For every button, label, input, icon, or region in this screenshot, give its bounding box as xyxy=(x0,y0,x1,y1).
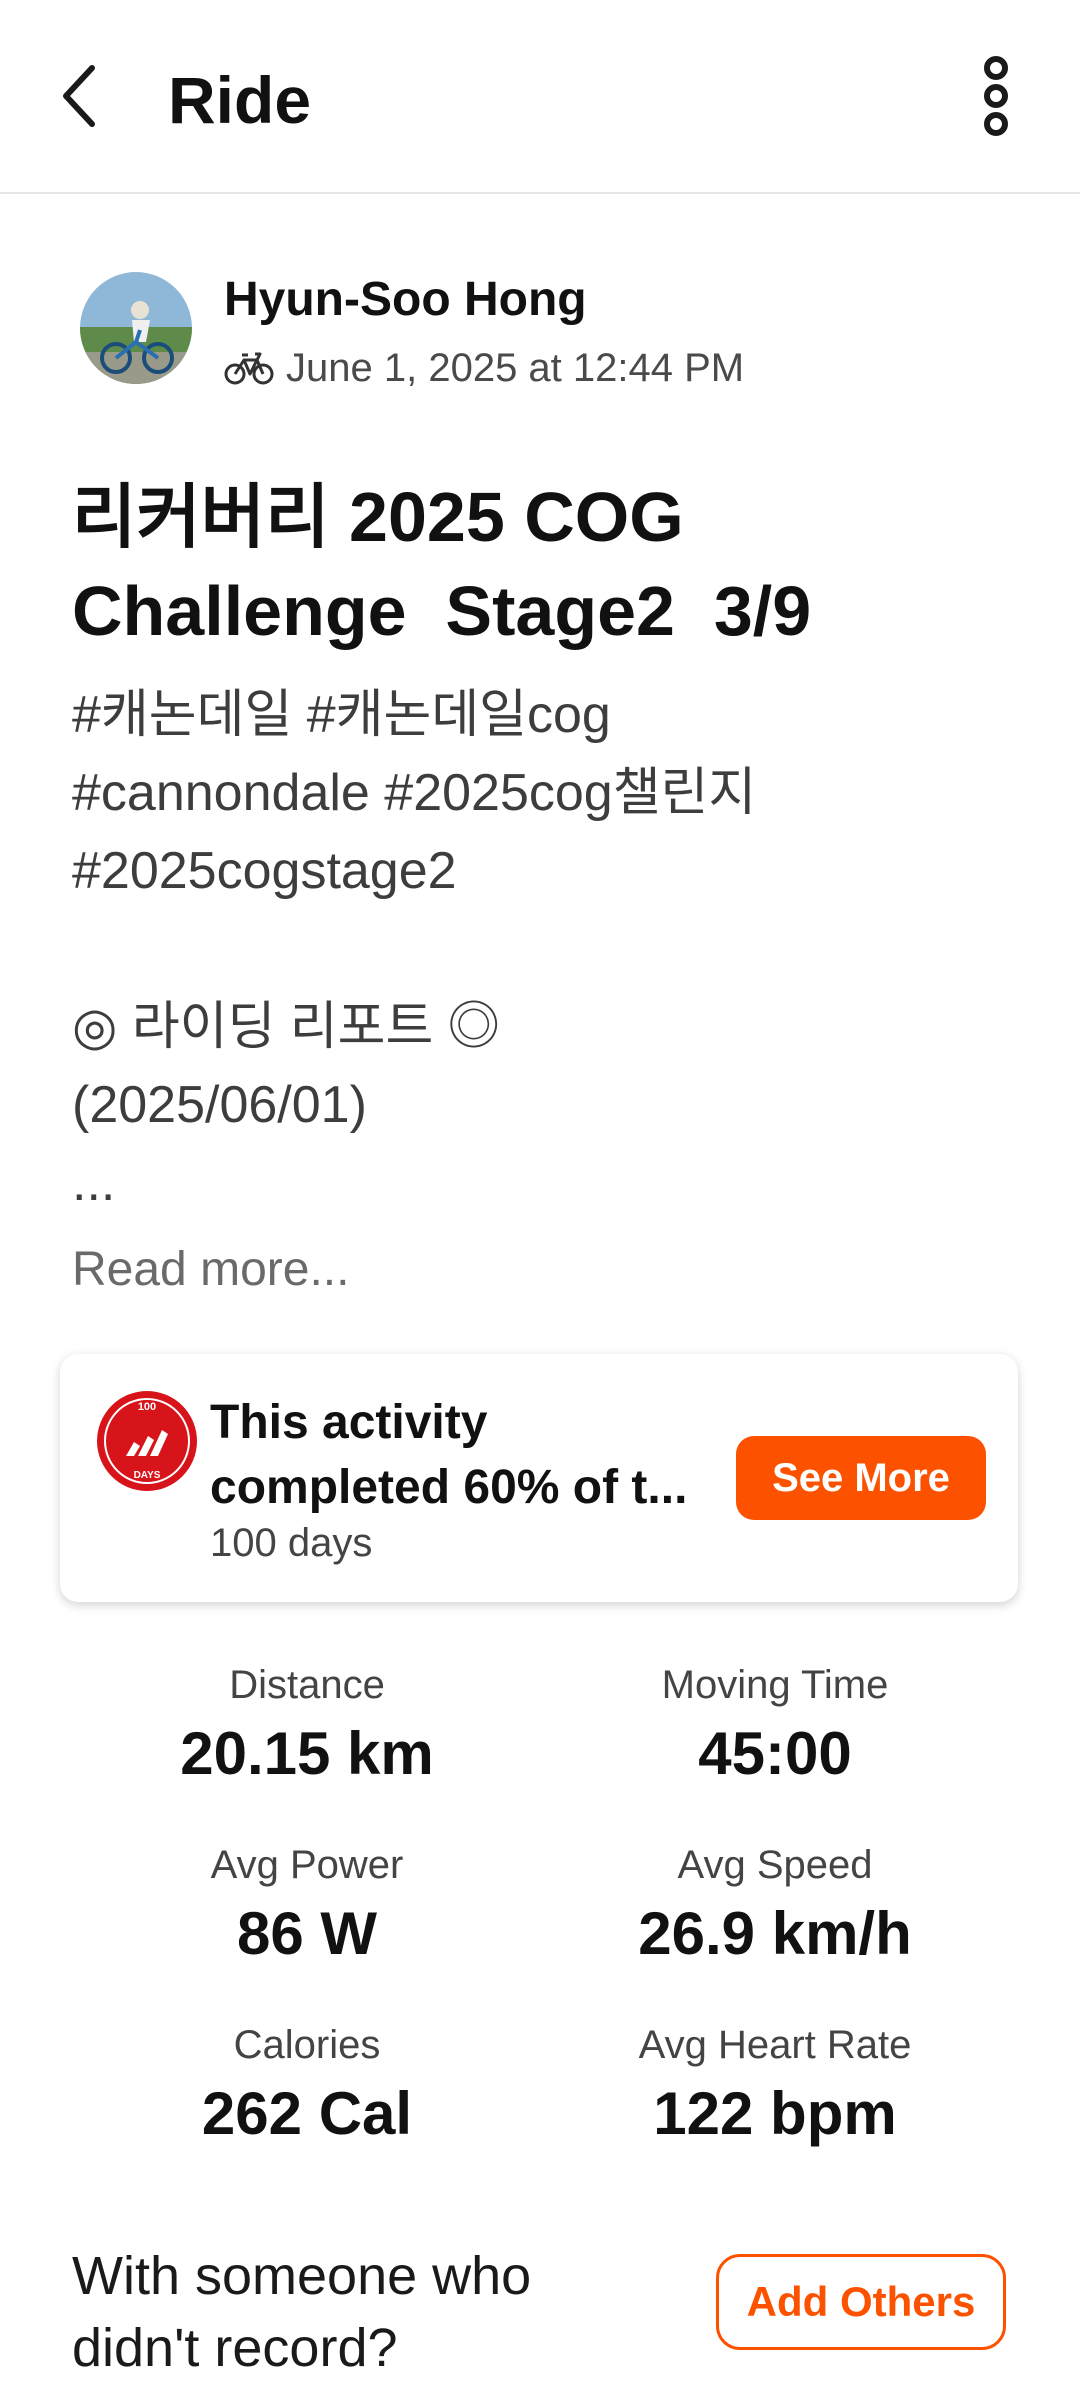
bike-icon xyxy=(224,352,274,385)
badge-subtext: DAYS xyxy=(134,1470,161,1481)
stat-value: 86 W xyxy=(236,1900,378,1967)
avatar[interactable] xyxy=(80,272,192,384)
page-title: Ride xyxy=(168,63,312,137)
challenge-title: This activity completed 60% of t... xyxy=(210,1390,770,1520)
activity-description: #캐논데일 #캐논데일cog #cannondale #2025cog챌린지 #… xyxy=(72,686,757,1212)
activity-title: 리커버리 2025 COG Challenge Stage2 3/9 xyxy=(72,478,812,650)
stat-label: Calories xyxy=(233,2023,381,2067)
back-button[interactable] xyxy=(52,58,108,134)
stat-label: Avg Power xyxy=(210,1843,404,1887)
stat-value: 45:00 xyxy=(698,1720,852,1787)
add-others-button[interactable]: Add Others xyxy=(716,2254,1006,2350)
more-vertical-icon xyxy=(984,56,1008,136)
stat-moving-time: Moving Time 45:00 xyxy=(540,1660,1010,1792)
challenge-line-2: completed 60% of t... xyxy=(210,1461,688,1514)
stat-value: 122 bpm xyxy=(653,2080,897,2147)
read-more-link[interactable]: Read more... xyxy=(72,1240,349,1300)
add-others-prompt: With someone who didn't record? xyxy=(72,2246,532,2378)
see-more-button[interactable]: See More xyxy=(736,1436,986,1520)
stat-label: Avg Speed xyxy=(677,1843,873,1887)
badge-text: 100 xyxy=(138,1401,156,1413)
app-bar: Ride xyxy=(0,0,1080,194)
challenge-badge-icon: 100 DAYS xyxy=(97,1391,197,1491)
avatar-photo xyxy=(80,272,192,384)
challenge-card[interactable]: 100 DAYS This activity completed 60% of … xyxy=(60,1354,1018,1602)
stat-value: 262 Cal xyxy=(201,2080,413,2147)
stat-avg-heart-rate: Avg Heart Rate 122 bpm xyxy=(540,2020,1010,2152)
stat-value: 20.15 km xyxy=(180,1720,434,1787)
challenge-line-1: This activity xyxy=(210,1396,488,1449)
stat-avg-power: Avg Power 86 W xyxy=(72,1840,542,1972)
stat-avg-speed: Avg Speed 26.9 km/h xyxy=(540,1840,1010,1972)
activity-timestamp: June 1, 2025 at 12:44 PM xyxy=(286,346,745,390)
activity-meta: June 1, 2025 at 12:44 PM xyxy=(224,340,744,396)
stat-distance: Distance 20.15 km xyxy=(72,1660,542,1792)
challenge-subtitle: 100 days xyxy=(210,1521,373,1565)
athlete-name[interactable]: Hyun-Soo Hong xyxy=(224,270,587,330)
stat-calories: Calories 262 Cal xyxy=(72,2020,542,2152)
chevron-left-icon xyxy=(63,65,95,127)
more-options-button[interactable] xyxy=(968,56,1024,136)
stat-value: 26.9 km/h xyxy=(638,1900,912,1967)
stat-label: Avg Heart Rate xyxy=(638,2023,912,2067)
stat-label: Moving Time xyxy=(661,1663,889,1707)
stat-label: Distance xyxy=(229,1663,385,1707)
